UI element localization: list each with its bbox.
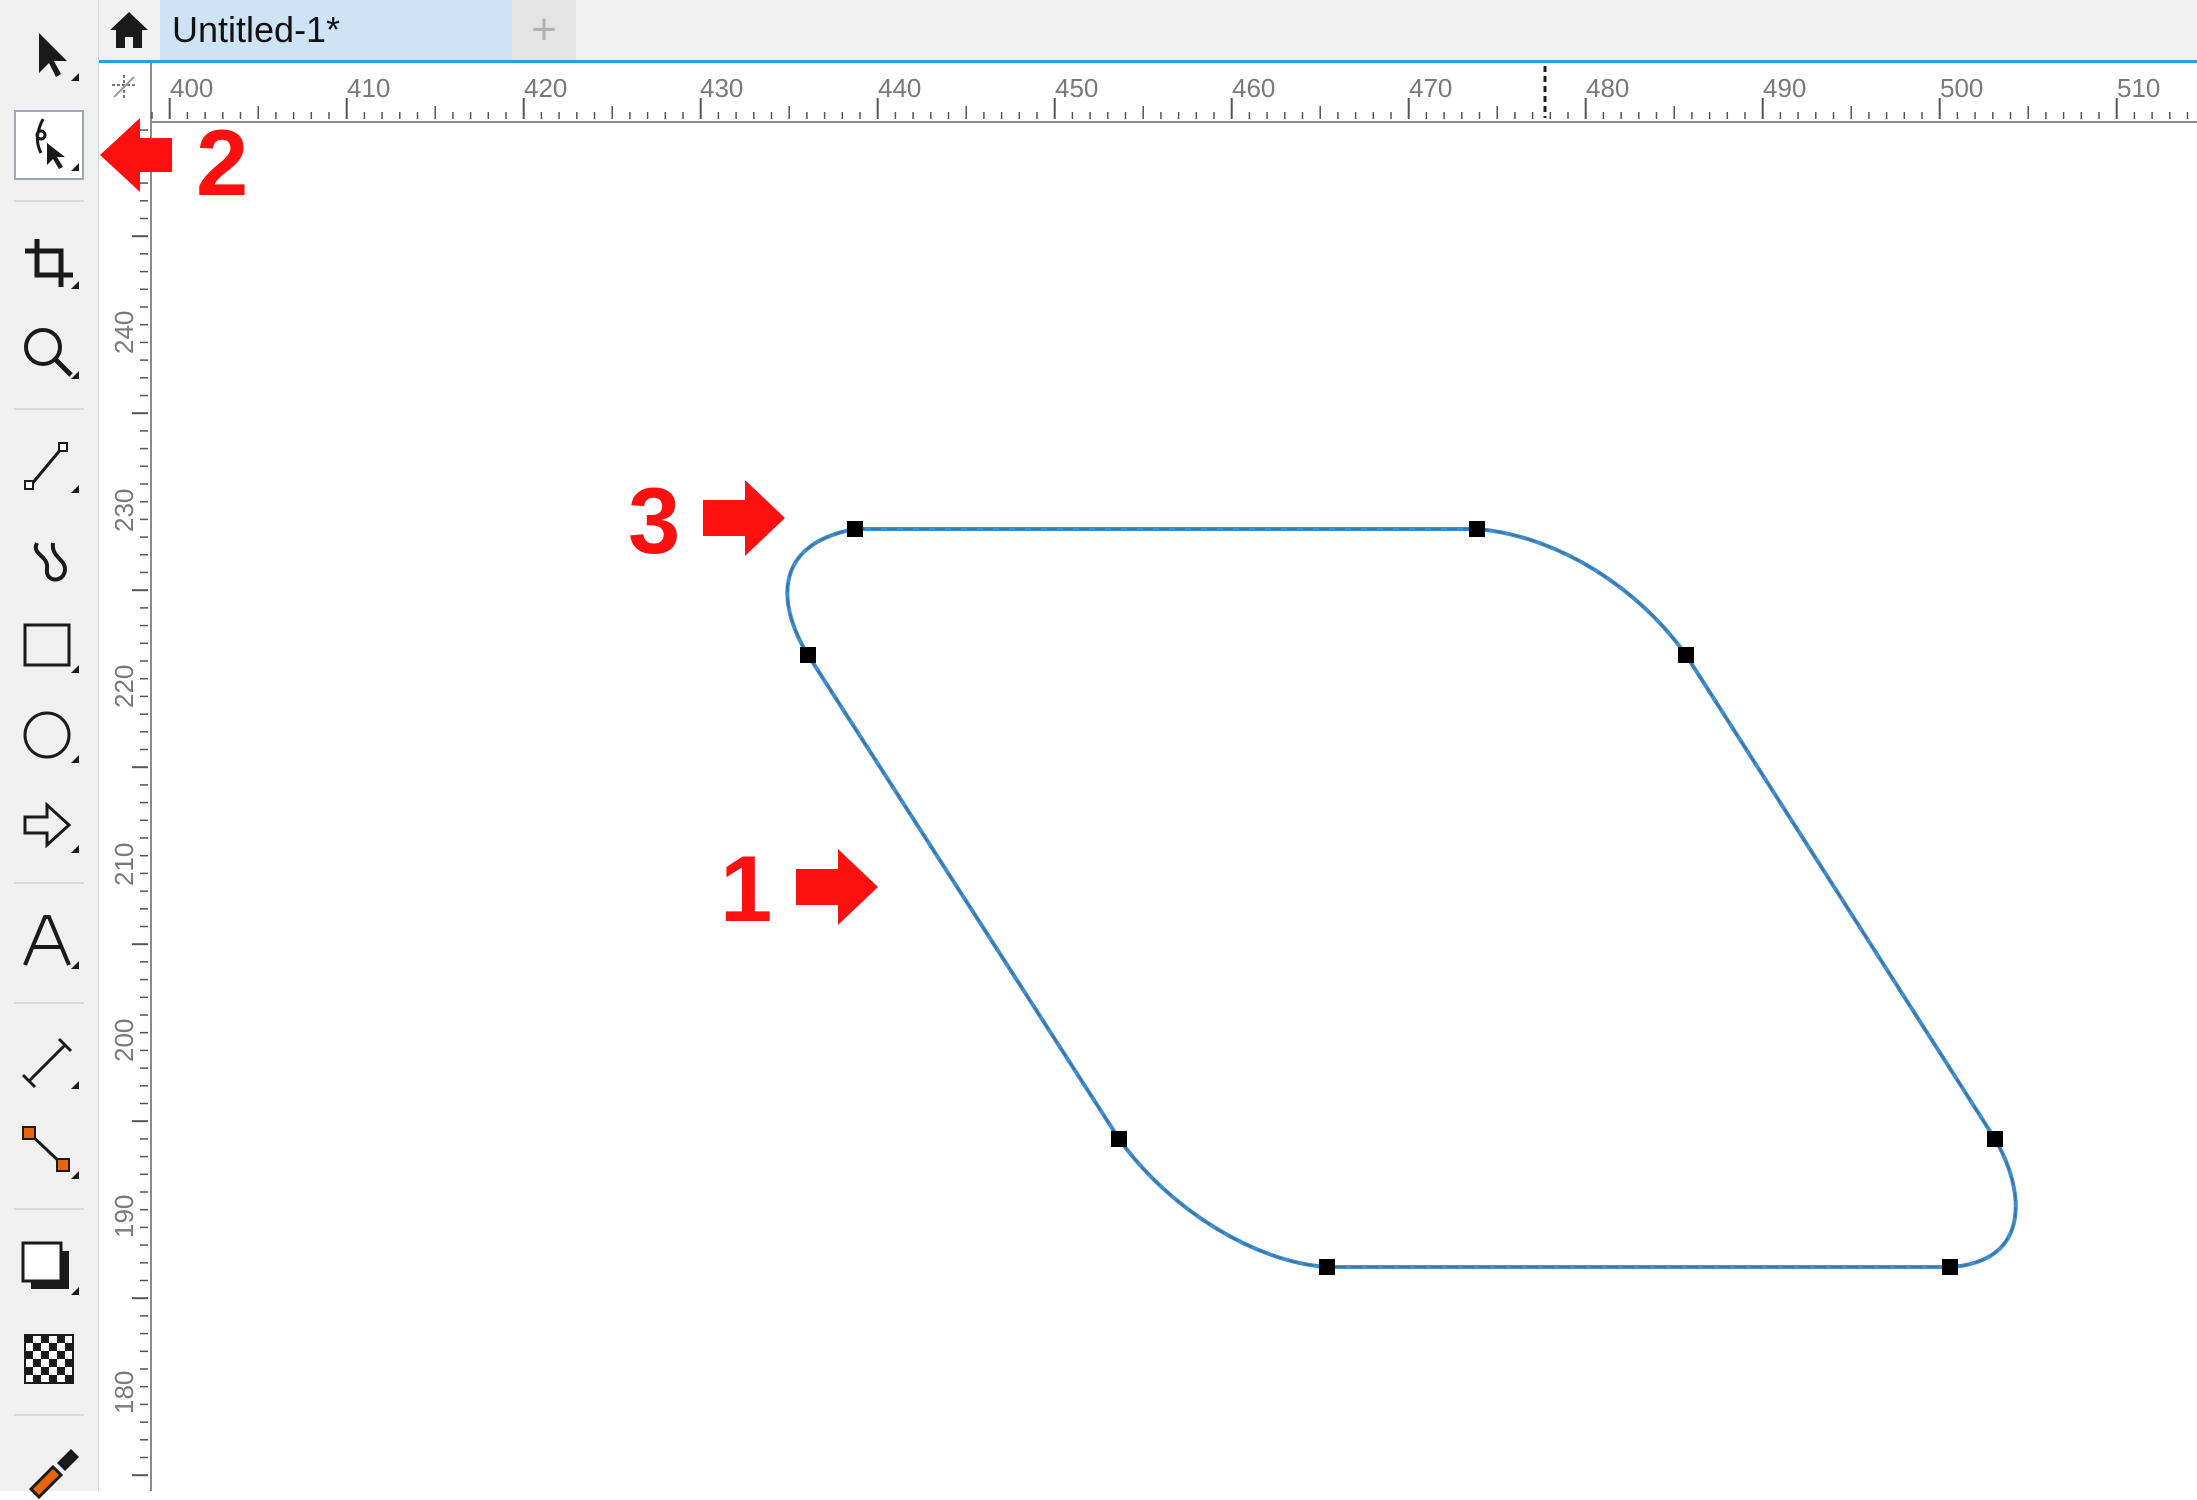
ruler-origin-icon — [112, 75, 136, 99]
text-a-icon — [23, 915, 79, 969]
callout-number-3: 3 — [628, 468, 681, 573]
common-shapes-tool[interactable] — [14, 792, 84, 862]
crop-tool[interactable] — [14, 228, 84, 298]
callout-arrow-3 — [703, 480, 785, 556]
node[interactable] — [1111, 1131, 1127, 1147]
checkerboard-icon — [24, 1334, 74, 1384]
vertical-ruler[interactable] — [98, 63, 152, 1491]
shape-node-icon — [35, 118, 79, 171]
node[interactable] — [847, 521, 863, 537]
node[interactable] — [1987, 1131, 2003, 1147]
freehand-line-icon — [24, 442, 79, 493]
horizontal-ruler[interactable] — [98, 63, 2197, 123]
artistic-media-tool[interactable] — [14, 522, 84, 592]
toolbox-separator — [14, 882, 84, 884]
connector-icon — [22, 1126, 79, 1179]
node[interactable] — [1942, 1259, 1958, 1275]
eyedropper-icon — [28, 1449, 79, 1500]
toolbox-separator — [14, 1002, 84, 1004]
node[interactable] — [800, 647, 816, 663]
toolbox-separator — [14, 200, 84, 202]
callout-arrows — [100, 118, 878, 925]
toolbox-separator — [14, 1208, 84, 1210]
curve-icon — [33, 542, 68, 582]
callout-number-1: 1 — [720, 836, 773, 941]
node[interactable] — [1469, 521, 1485, 537]
connector-tool[interactable] — [14, 1118, 84, 1188]
toolbox — [0, 0, 99, 1500]
rectangle-icon — [23, 623, 79, 673]
node[interactable] — [1678, 647, 1694, 663]
freehand-tool[interactable] — [14, 432, 84, 502]
toolbox-separator — [14, 408, 84, 410]
ellipse-icon — [23, 711, 79, 763]
arrow-pointer-icon — [39, 33, 79, 81]
zoom-tool[interactable] — [14, 318, 84, 388]
parallel-dimension-tool[interactable] — [14, 1028, 84, 1098]
callout-arrow-1 — [796, 849, 878, 925]
magnifier-icon — [24, 328, 79, 379]
document-tab-label: Untitled-1* — [172, 9, 341, 50]
plus-icon: + — [531, 5, 557, 54]
document-tab-strip: Untitled-1* + — [98, 0, 2197, 63]
callout-number-2: 2 — [196, 110, 249, 215]
text-tool[interactable] — [14, 908, 84, 978]
dimension-line-icon — [21, 1037, 79, 1089]
home-icon — [110, 12, 148, 48]
color-eyedropper-tool[interactable] — [14, 1430, 84, 1500]
drop-shadow-icon — [21, 1241, 79, 1295]
home-tab[interactable] — [98, 0, 160, 60]
selected-curve-object[interactable] — [785, 527, 2018, 1269]
shape-tool[interactable] — [14, 110, 84, 180]
node[interactable] — [1319, 1259, 1335, 1275]
tab-untitled-1[interactable]: Untitled-1* — [160, 0, 512, 60]
rectangle-tool[interactable] — [14, 612, 84, 682]
transparency-tool[interactable] — [14, 1324, 84, 1394]
arrow-shape-icon — [23, 801, 79, 853]
ruler-origin-corner[interactable] — [98, 63, 150, 121]
ellipse-tool[interactable] — [14, 702, 84, 772]
pick-tool[interactable] — [14, 20, 84, 90]
drop-shadow-tool[interactable] — [14, 1234, 84, 1304]
toolbox-separator — [14, 1414, 84, 1416]
crop-icon — [25, 239, 79, 289]
new-document-tab-button[interactable]: + — [512, 0, 576, 60]
curve-nodes — [800, 521, 2003, 1275]
